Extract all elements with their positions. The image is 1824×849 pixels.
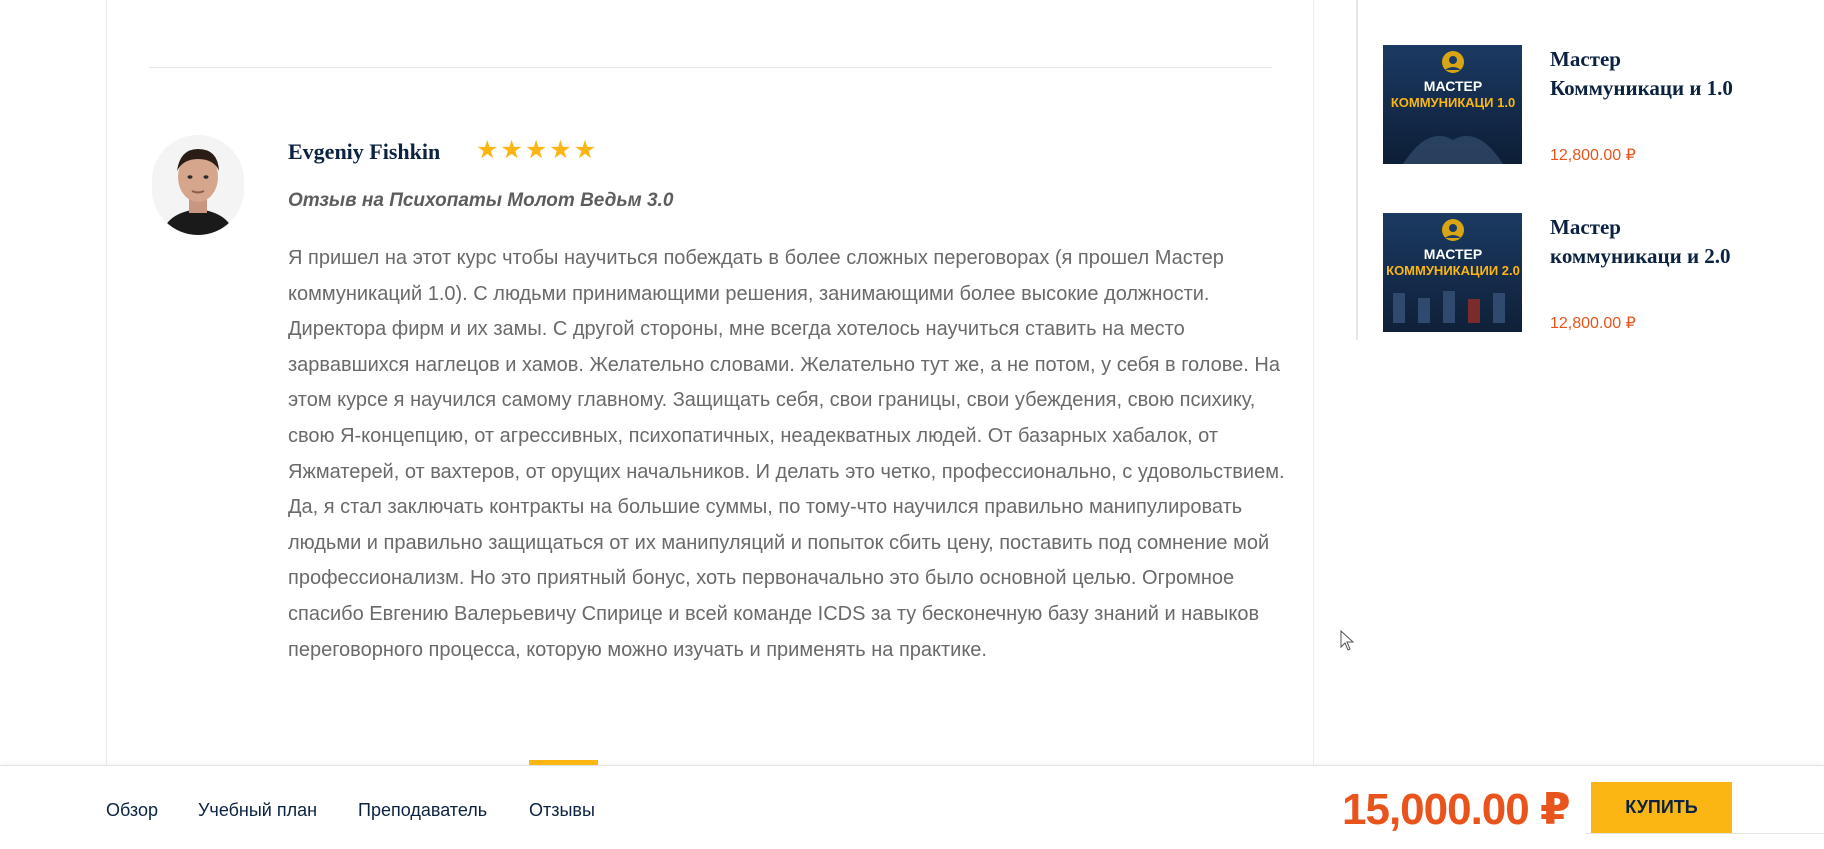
reviewer-avatar: [152, 135, 244, 235]
svg-text:МАСТЕР: МАСТЕР: [1424, 246, 1482, 262]
tab-instructor[interactable]: Преподаватель: [358, 800, 487, 821]
sidebar-course-item[interactable]: МАСТЕР КОММУНИКАЦИИ 2.0 Мастер коммуника…: [1383, 213, 1753, 343]
tab-reviews[interactable]: Отзывы: [529, 800, 595, 821]
course-name[interactable]: Мастер Коммуникаци и 1.0: [1550, 45, 1740, 103]
tab-curriculum[interactable]: Учебный план: [198, 800, 317, 821]
course-price: 12,800.00 ₽: [1550, 315, 1636, 332]
star-icon: ★: [500, 136, 523, 164]
mouse-cursor-icon: [1340, 629, 1356, 657]
divider: [149, 67, 1272, 68]
svg-text:КОММУНИКАЦИИ 2.0: КОММУНИКАЦИИ 2.0: [1386, 263, 1520, 278]
sidebar-divider: [1356, 0, 1358, 340]
course-thumbnail[interactable]: МАСТЕР КОММУНИКАЦИ 1.0: [1383, 45, 1522, 164]
rating-stars: ★ ★ ★ ★ ★: [476, 137, 596, 163]
divider: [1585, 833, 1824, 834]
reviewer-name: Evgeniy Fishkin: [288, 139, 441, 164]
svg-text:МАСТЕР: МАСТЕР: [1424, 78, 1482, 94]
review-title: Отзыв на Психопаты Молот Ведьм 3.0: [288, 190, 674, 211]
star-icon: ★: [524, 136, 548, 164]
course-thumbnail[interactable]: МАСТЕР КОММУНИКАЦИИ 2.0: [1383, 213, 1522, 332]
course-price: 15,000.00 ₽: [1342, 785, 1571, 834]
course-bottom-bar: Обзор Учебный план Преподаватель Отзывы …: [0, 760, 1824, 849]
svg-text:КОММУНИКАЦИ 1.0: КОММУНИКАЦИ 1.0: [1391, 95, 1515, 110]
star-icon: ★: [476, 136, 499, 164]
buy-button[interactable]: КУПИТЬ: [1591, 782, 1732, 833]
active-tab-indicator: [529, 760, 598, 765]
review-body: Я пришел на этот курс чтобы научиться по…: [288, 247, 1285, 661]
course-name[interactable]: Мастер коммуникаци и 2.0: [1550, 213, 1740, 271]
sidebar-course-item[interactable]: МАСТЕР КОММУНИКАЦИ 1.0 Мастер Коммуникац…: [1383, 45, 1753, 175]
course-price: 12,800.00 ₽: [1550, 147, 1636, 164]
star-icon: ★: [549, 136, 572, 164]
star-icon: ★: [573, 136, 597, 164]
tab-overview[interactable]: Обзор: [106, 800, 158, 821]
